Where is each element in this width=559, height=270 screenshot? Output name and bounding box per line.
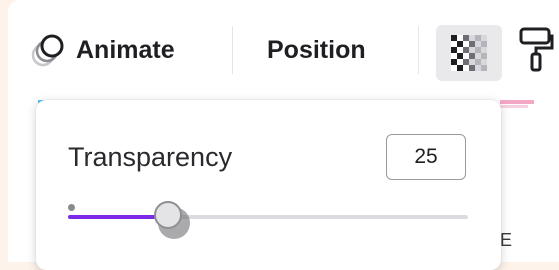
checkerboard-icon (451, 35, 487, 71)
transparency-label: Transparency (68, 142, 233, 172)
position-label: Position (267, 35, 366, 64)
slider-thumb[interactable] (154, 201, 182, 229)
transparency-slider[interactable] (68, 201, 468, 234)
toolbar-divider (418, 26, 419, 74)
paint-format-button[interactable] (518, 26, 554, 77)
transparency-value-input[interactable] (386, 134, 466, 180)
position-button[interactable]: Position (267, 26, 366, 74)
transparency-button[interactable] (436, 25, 502, 81)
slider-fill (68, 215, 168, 219)
canvas-element-edge (500, 100, 534, 104)
animate-label: Animate (76, 35, 175, 64)
paint-roller-icon (519, 27, 554, 72)
canvas-element-edge (500, 105, 528, 108)
toolbar-divider (232, 26, 233, 74)
transparency-popover: Transparency (36, 100, 501, 270)
animate-circles-icon (31, 34, 64, 67)
slider-default-marker (68, 204, 75, 211)
animate-button[interactable]: Animate (28, 26, 175, 74)
editor-toolbar: Animate Position (8, 0, 559, 100)
canvas-text-fragment: E (500, 230, 513, 250)
